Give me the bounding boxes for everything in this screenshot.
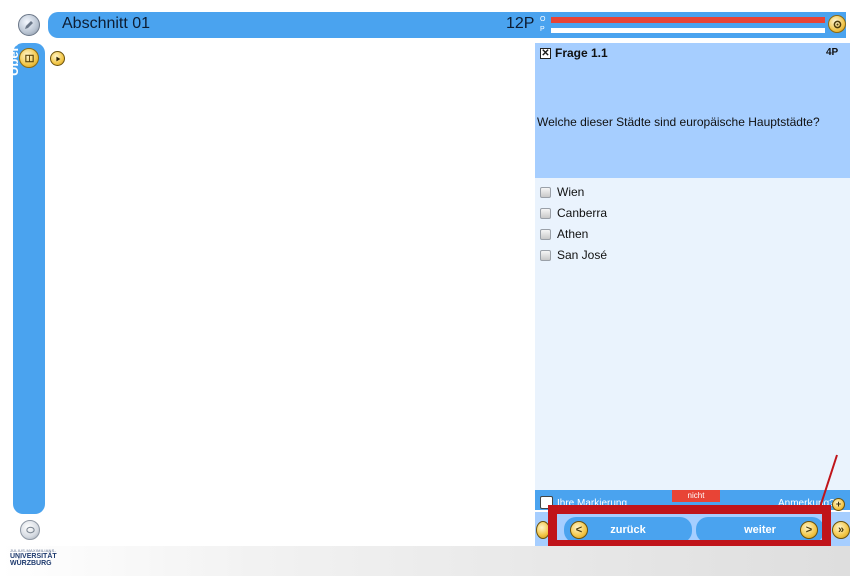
add-note-icon[interactable]: + <box>832 498 845 511</box>
answer-option[interactable]: Canberra <box>540 205 607 221</box>
section-title: Abschnitt 01 <box>62 15 151 32</box>
answer-option[interactable]: San José <box>540 247 607 263</box>
answers-area <box>535 178 850 490</box>
progress-label-top: O <box>540 16 546 23</box>
answer-option[interactable]: Wien <box>540 184 584 200</box>
logo-line-1: UNIVERSITÄT <box>10 553 57 560</box>
progress-labels: O P <box>540 15 545 35</box>
answer-checkbox[interactable] <box>540 249 551 261</box>
answer-checkbox[interactable] <box>540 186 551 198</box>
section-header-bar <box>48 12 846 38</box>
not-answered-badge: nicht <box>672 490 720 502</box>
question-points: 4P <box>826 47 839 58</box>
university-logo: JULIUS-MAXIMILIANS- UNIVERSITÄT WÜRZBURG <box>10 548 80 572</box>
progress-fill-top <box>551 17 825 23</box>
answer-checkbox[interactable] <box>540 228 551 240</box>
progress-track-bottom <box>551 28 825 33</box>
question-text: Welche dieser Städte sind europäische Ha… <box>537 115 820 129</box>
answer-option[interactable]: Athen <box>540 226 588 242</box>
chat-icon[interactable] <box>20 520 40 540</box>
book-icon[interactable] <box>19 48 39 68</box>
sidebar-label[interactable]: Übersicht und Navigation <box>6 0 21 76</box>
overview-navigation-sidebar[interactable] <box>13 43 45 514</box>
progress-label-bottom: P <box>540 26 545 33</box>
last-question-icon[interactable]: » <box>832 521 850 539</box>
question-title: Frage 1.1 <box>555 46 608 60</box>
footer <box>0 546 850 576</box>
settings-icon[interactable] <box>828 15 846 33</box>
answer-label: San José <box>557 248 608 262</box>
points-total: 12P <box>506 15 535 32</box>
highlight-annotation-box <box>548 505 831 549</box>
close-question-icon[interactable]: ✕ <box>540 48 551 59</box>
play-icon[interactable] <box>50 51 65 66</box>
answer-label: Canberra <box>557 206 608 220</box>
logo-line-2: WÜRZBURG <box>10 560 52 567</box>
pencil-icon[interactable] <box>18 14 40 36</box>
answer-label: Athen <box>557 227 589 241</box>
answer-checkbox[interactable] <box>540 207 551 219</box>
answer-label: Wien <box>557 185 585 199</box>
